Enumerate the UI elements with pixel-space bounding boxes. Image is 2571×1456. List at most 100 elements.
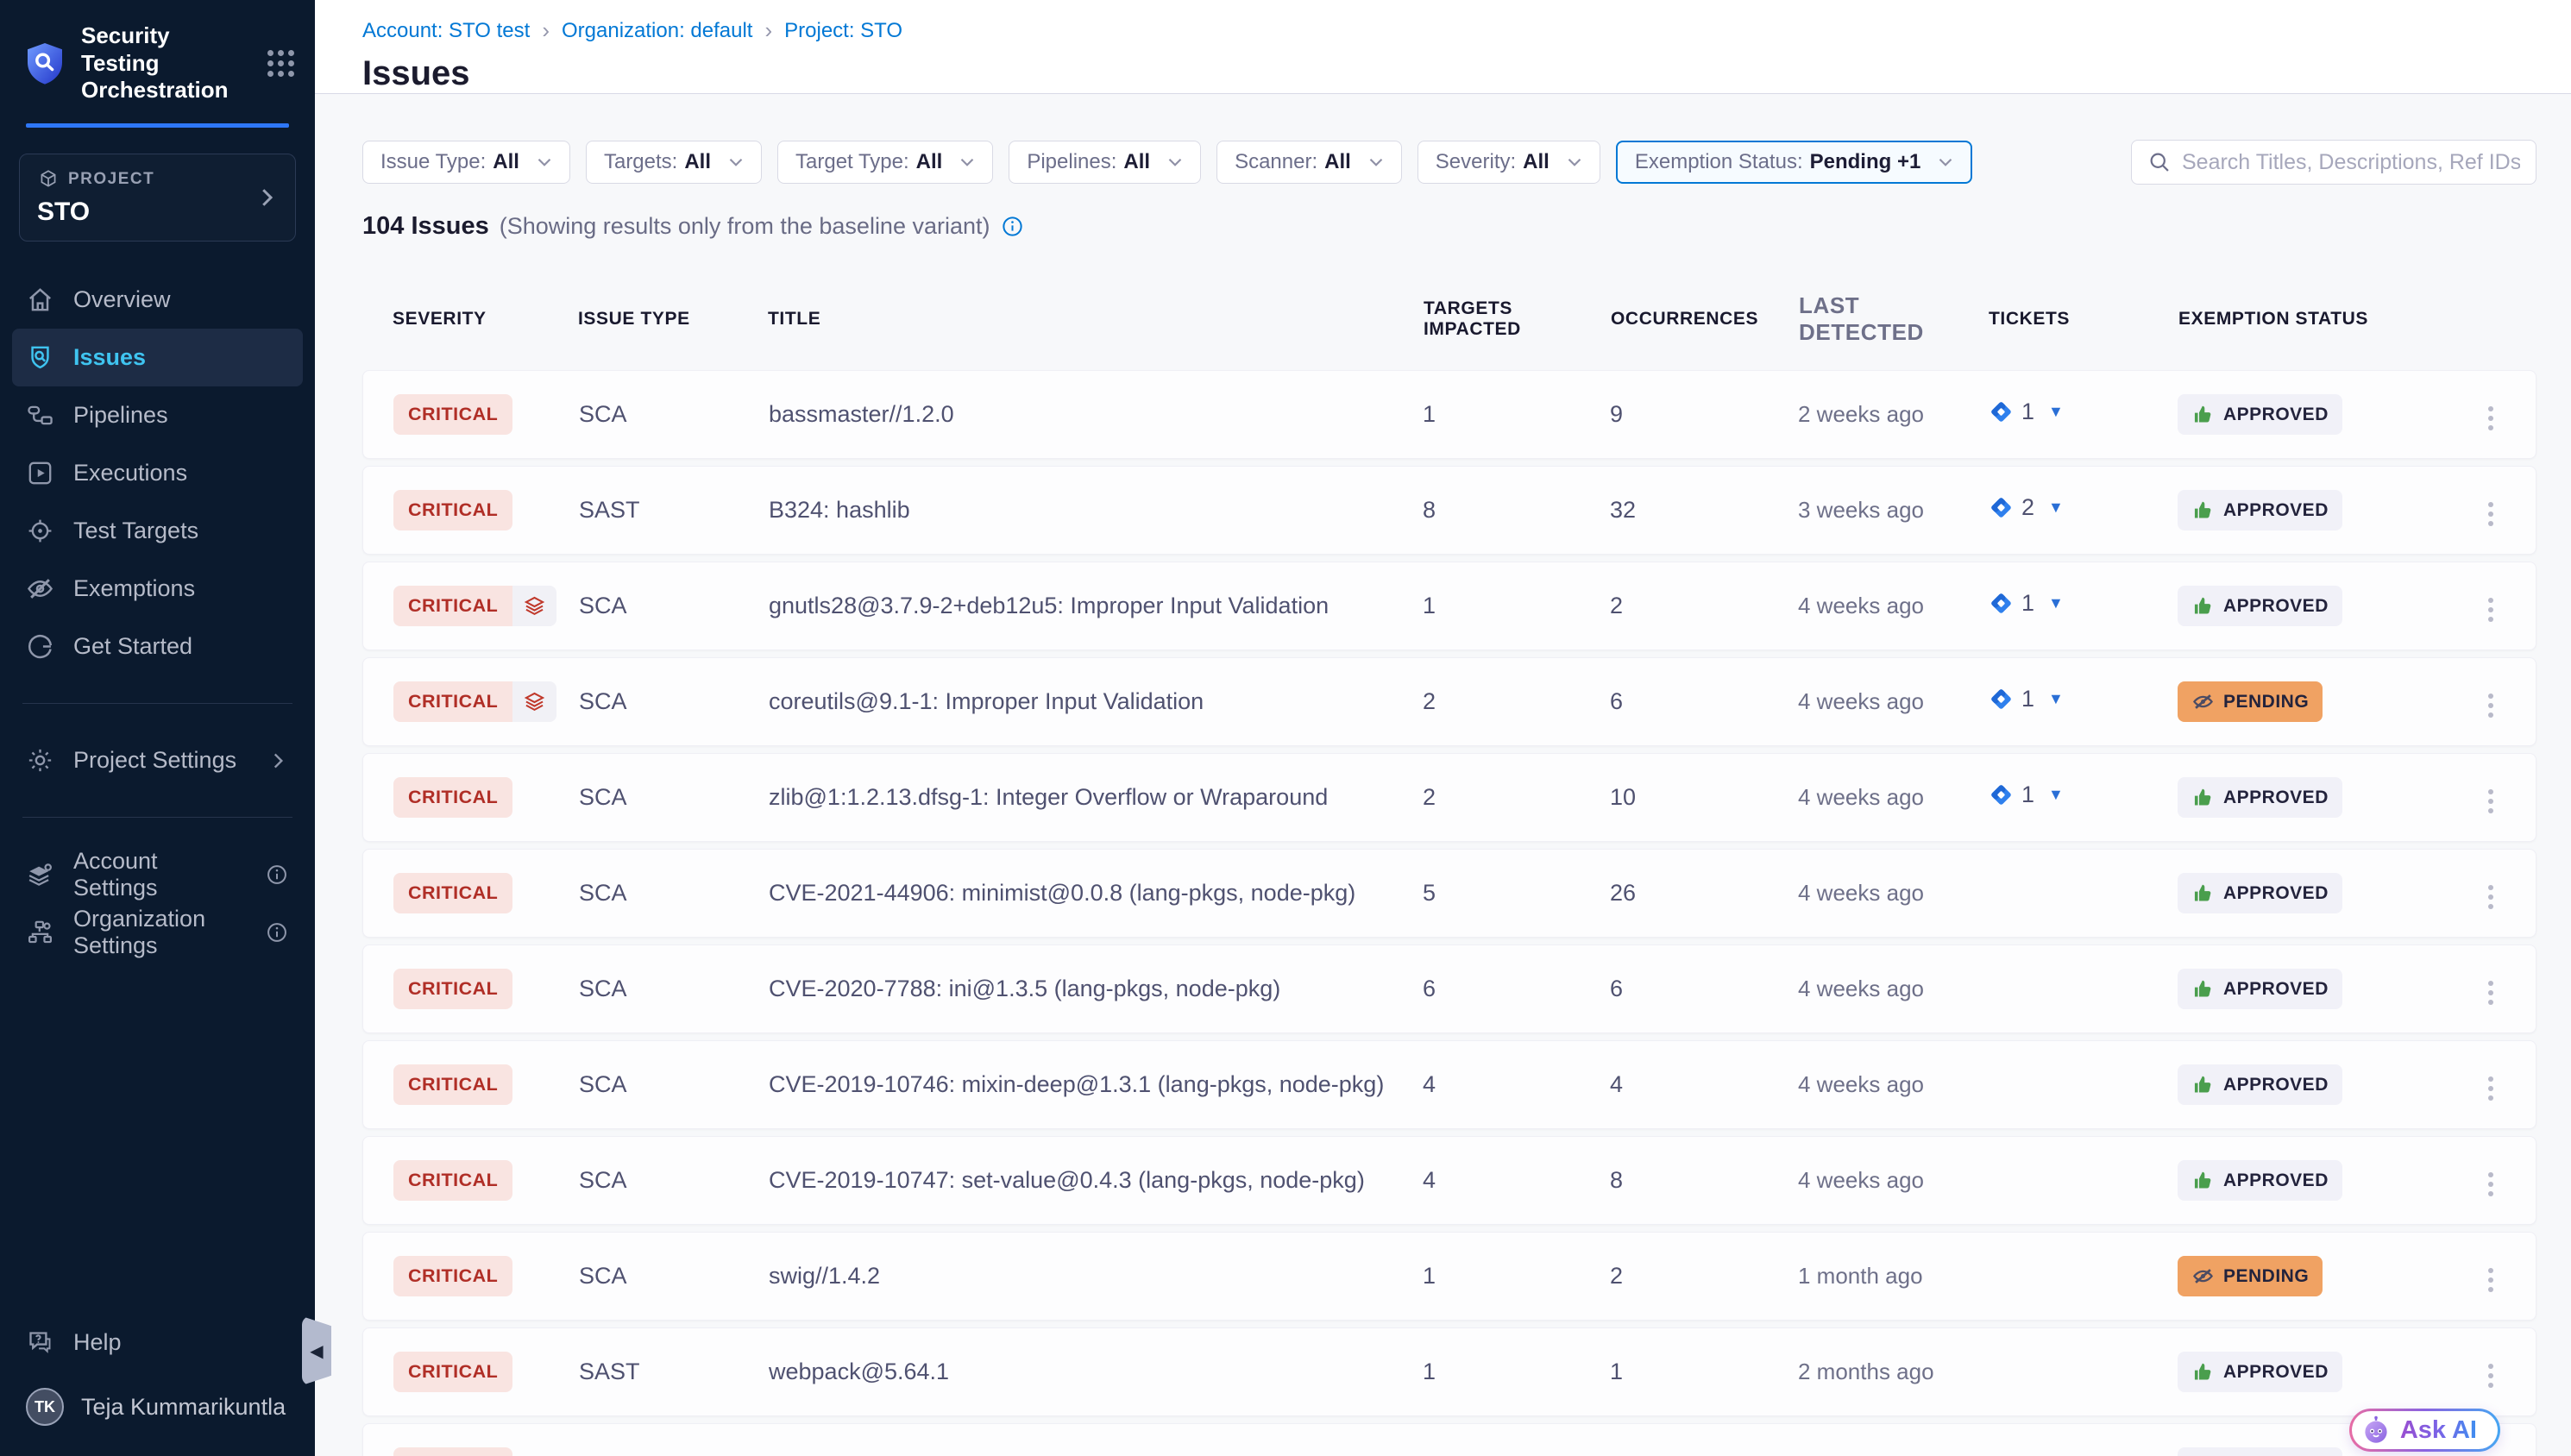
user-profile[interactable]: TK Teja Kummarikuntla — [12, 1377, 303, 1437]
filter-severity[interactable]: Severity: All — [1418, 141, 1600, 184]
filter-scanner[interactable]: Scanner: All — [1216, 141, 1402, 184]
sidebar-item-organization-settings[interactable]: Organization Settings — [12, 903, 303, 961]
severity-label: CRITICAL — [393, 681, 512, 722]
ask-ai-button[interactable]: Ask AI — [2349, 1409, 2500, 1452]
project-selector[interactable]: PROJECT STO — [19, 154, 296, 242]
issue-title[interactable]: CVE-2019-10746: mixin-deep@1.3.1 (lang-p… — [769, 1071, 1423, 1098]
ticket-link[interactable]: 1 ▼ — [1988, 781, 2064, 808]
sidebar-item-issues[interactable]: Issues — [12, 329, 303, 386]
filter-target-type[interactable]: Target Type: All — [777, 141, 993, 184]
search-input[interactable] — [2182, 150, 2520, 175]
column-exemption-status[interactable]: EXEMPTION STATUS — [2178, 309, 2480, 329]
column-last-detected[interactable]: LAST DETECTED — [1799, 292, 1989, 346]
severity-badge: CRITICAL — [393, 490, 512, 530]
table-row[interactable]: CRITICAL SCA gnutls28@3.7.9-2+deb12u5: I… — [362, 562, 2536, 650]
variants-segment[interactable] — [512, 681, 556, 722]
issue-title[interactable]: bassmaster//1.2.0 — [769, 401, 1423, 428]
occurrences-value: 26 — [1610, 880, 1798, 907]
issue-title[interactable]: CVE-2020-7788: ini@1.3.5 (lang-pkgs, nod… — [769, 976, 1423, 1002]
breadcrumb-account-link[interactable]: Account: STO test — [362, 19, 530, 43]
chevron-down-icon — [1164, 151, 1186, 173]
table-row[interactable]: CRITICAL SAST django@1.2 1 22 2 months a… — [362, 1423, 2536, 1456]
sidebar-item-test-targets[interactable]: Test Targets — [12, 502, 303, 560]
sidebar-item-label: Executions — [73, 460, 187, 486]
chevron-right-icon — [254, 185, 280, 210]
issue-title[interactable]: CVE-2021-44906: minimist@0.0.8 (lang-pkg… — [769, 880, 1423, 907]
table-row[interactable]: CRITICAL SCA coreutils@9.1-1: Improper I… — [362, 657, 2536, 746]
sidebar-item-help[interactable]: Help — [12, 1314, 303, 1371]
sidebar-item-project-settings[interactable]: Project Settings — [12, 731, 303, 789]
exemption-status-label: APPROVED — [2223, 979, 2329, 1000]
row-menu-button[interactable] — [2480, 493, 2502, 535]
sidebar-collapse-handle[interactable]: ◀ — [302, 1316, 331, 1385]
breadcrumb-project-link[interactable]: Project: STO — [784, 19, 902, 43]
app-title: Security Testing Orchestration — [81, 22, 254, 104]
row-menu-button[interactable] — [2480, 876, 2502, 918]
table-row[interactable]: CRITICAL SCA swig//1.4.2 1 2 1 month ago… — [362, 1232, 2536, 1321]
issue-title[interactable]: gnutls28@3.7.9-2+deb12u5: Improper Input… — [769, 593, 1423, 619]
filter-targets[interactable]: Targets: All — [586, 141, 762, 184]
module-grid-icon[interactable] — [267, 50, 294, 77]
table-row[interactable]: CRITICAL SCA CVE-2019-10747: set-value@0… — [362, 1136, 2536, 1225]
filter-pipelines[interactable]: Pipelines: All — [1009, 141, 1201, 184]
column-occurrences[interactable]: OCCURRENCES — [1611, 309, 1799, 329]
variants-segment[interactable] — [512, 586, 556, 626]
ticket-link[interactable]: 1 ▼ — [1988, 686, 2064, 712]
issue-title[interactable]: swig//1.4.2 — [769, 1263, 1423, 1290]
row-menu-button[interactable] — [2480, 398, 2502, 439]
issue-type: SCA — [579, 1071, 769, 1098]
issue-title[interactable]: CVE-2019-10747: set-value@0.4.3 (lang-pk… — [769, 1167, 1423, 1194]
row-menu-button[interactable] — [2480, 1164, 2502, 1205]
table-row[interactable]: CRITICAL SCA CVE-2021-44906: minimist@0.… — [362, 849, 2536, 938]
filter-exemption-status[interactable]: Exemption Status: Pending +1 — [1616, 141, 1972, 184]
issue-title[interactable]: B324: hashlib — [769, 497, 1423, 524]
last-detected-value: 4 weeks ago — [1798, 593, 1988, 619]
sidebar-item-get-started[interactable]: Get Started — [12, 618, 303, 675]
row-menu-button[interactable] — [2480, 1068, 2502, 1109]
table-row[interactable]: CRITICAL SCA CVE-2020-7788: ini@1.3.5 (l… — [362, 945, 2536, 1033]
issue-title[interactable]: coreutils@9.1-1: Improper Input Validati… — [769, 688, 1423, 715]
row-menu-button[interactable] — [2480, 1355, 2502, 1396]
severity-label: CRITICAL — [393, 586, 512, 626]
row-menu-button[interactable] — [2480, 972, 2502, 1014]
filter-issue-type[interactable]: Issue Type: All — [362, 141, 570, 184]
sidebar-item-overview[interactable]: Overview — [12, 271, 303, 329]
sidebar-item-label: Overview — [73, 286, 171, 313]
column-issue-type[interactable]: ISSUE TYPE — [578, 309, 768, 329]
caret-down-icon: ▼ — [2048, 690, 2064, 708]
exemption-status-label: APPROVED — [2223, 500, 2329, 521]
ticket-link[interactable]: 2 ▼ — [1988, 494, 2064, 521]
sidebar-item-executions[interactable]: Executions — [12, 444, 303, 502]
row-menu-button[interactable] — [2480, 589, 2502, 631]
table-row[interactable]: CRITICAL SAST webpack@5.64.1 1 1 2 month… — [362, 1327, 2536, 1416]
row-menu-button[interactable] — [2480, 685, 2502, 726]
severity-badge: CRITICAL — [393, 1160, 512, 1201]
issue-title[interactable]: zlib@1:1.2.13.dfsg-1: Integer Overflow o… — [769, 784, 1423, 811]
severity-badge: CRITICAL — [393, 1447, 512, 1456]
column-title[interactable]: TITLE — [768, 309, 1424, 329]
row-menu-button[interactable] — [2480, 781, 2502, 822]
issue-title[interactable]: webpack@5.64.1 — [769, 1359, 1423, 1385]
table-row[interactable]: CRITICAL SCA bassmaster//1.2.0 1 9 2 wee… — [362, 370, 2536, 459]
breadcrumb-organization-link[interactable]: Organization: default — [562, 19, 752, 43]
table-row[interactable]: CRITICAL SCA zlib@1:1.2.13.dfsg-1: Integ… — [362, 753, 2536, 842]
info-icon[interactable] — [1001, 215, 1024, 238]
row-menu-button[interactable] — [2480, 1259, 2502, 1301]
thumbs-up-icon — [2191, 977, 2215, 1001]
column-severity[interactable]: SEVERITY — [393, 309, 578, 329]
column-targets-impacted[interactable]: TARGETS IMPACTED — [1424, 298, 1611, 340]
ticket-count: 2 — [2021, 494, 2034, 521]
ticket-count: 1 — [2021, 399, 2034, 425]
ticket-link[interactable]: 1 ▼ — [1988, 590, 2064, 617]
sidebar: Security Testing Orchestration PROJECT S… — [0, 0, 315, 1456]
ticket-link[interactable]: 1 ▼ — [1988, 399, 2064, 425]
sidebar-divider — [22, 817, 292, 818]
issue-type: SCA — [579, 593, 769, 619]
table-row[interactable]: CRITICAL SCA CVE-2019-10746: mixin-deep@… — [362, 1040, 2536, 1129]
ticket-count: 1 — [2021, 781, 2034, 808]
sidebar-item-account-settings[interactable]: Account Settings — [12, 845, 303, 903]
column-tickets[interactable]: TICKETS — [1989, 309, 2178, 329]
table-row[interactable]: CRITICAL SAST B324: hashlib 8 32 3 weeks… — [362, 466, 2536, 555]
sidebar-item-exemptions[interactable]: Exemptions — [12, 560, 303, 618]
sidebar-item-pipelines[interactable]: Pipelines — [12, 386, 303, 444]
